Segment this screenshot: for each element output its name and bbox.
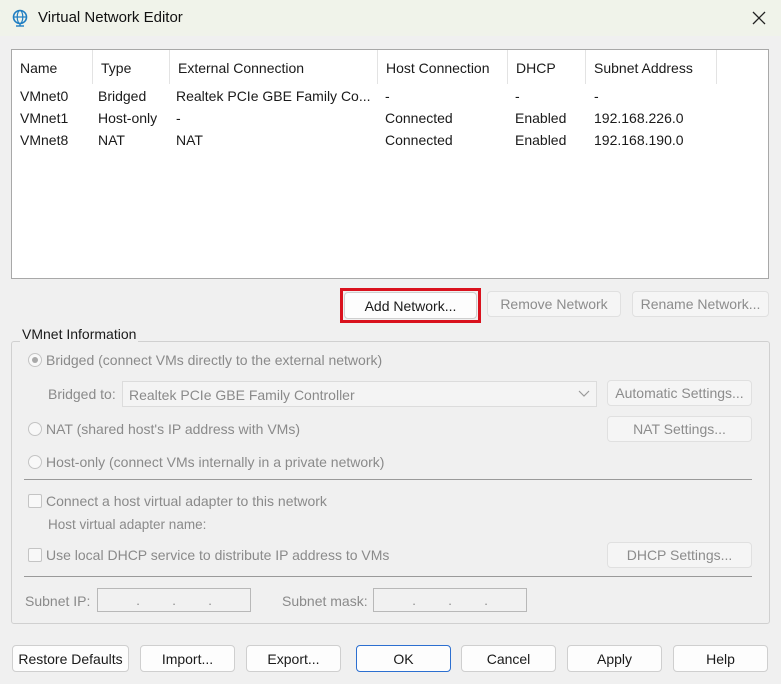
subnet-mask-label: Subnet mask:: [282, 593, 368, 609]
import-button[interactable]: Import...: [140, 645, 235, 672]
cell-subnet-address: 192.168.190.0: [594, 132, 684, 148]
nat-radio[interactable]: [28, 422, 42, 436]
close-icon: [752, 11, 766, 25]
subnet-mask-field[interactable]: ...: [373, 588, 527, 612]
cell-subnet-address: 192.168.226.0: [594, 110, 684, 126]
bridged-to-value: Realtek PCIe GBE Family Controller: [129, 387, 355, 403]
export-button[interactable]: Export...: [246, 645, 341, 672]
separator: [24, 576, 752, 577]
column-header-subnet-address[interactable]: Subnet Address: [586, 50, 717, 84]
column-header-host-connection[interactable]: Host Connection: [378, 50, 508, 84]
network-globe-icon: [12, 9, 28, 27]
connect-adapter-checkbox[interactable]: [28, 494, 42, 508]
cell-dhcp: Enabled: [515, 132, 567, 148]
network-list[interactable]: Name Type External Connection Host Conne…: [11, 49, 769, 279]
separator: [24, 479, 752, 480]
cancel-button[interactable]: Cancel: [461, 645, 556, 672]
bridged-label: Bridged (connect VMs directly to the ext…: [46, 352, 383, 368]
host-only-label: Host-only (connect VMs internally in a p…: [46, 454, 385, 470]
bridged-radio[interactable]: [28, 353, 42, 367]
subnet-ip-label: Subnet IP:: [25, 593, 91, 609]
dhcp-label: Use local DHCP service to distribute IP …: [46, 547, 390, 563]
cell-type: Bridged: [98, 88, 147, 104]
cell-subnet-address: -: [594, 88, 599, 104]
adapter-name-label: Host virtual adapter name:: [48, 517, 207, 532]
close-button[interactable]: [744, 4, 774, 32]
rename-network-button[interactable]: Rename Network...: [632, 291, 769, 317]
chevron-down-icon: [578, 390, 590, 397]
cell-dhcp: -: [515, 88, 520, 104]
bridged-to-label: Bridged to:: [48, 386, 116, 402]
column-header-dhcp[interactable]: DHCP: [508, 50, 586, 84]
help-button[interactable]: Help: [673, 645, 768, 672]
cell-host-connection: -: [385, 88, 390, 104]
add-network-button[interactable]: Add Network...: [344, 292, 477, 319]
cell-dhcp: Enabled: [515, 110, 567, 126]
column-header-external-connection[interactable]: External Connection: [170, 50, 378, 84]
window-title: Virtual Network Editor: [38, 9, 183, 26]
cell-external-connection: Realtek PCIe GBE Family Co...: [176, 88, 371, 104]
ok-button[interactable]: OK: [356, 645, 451, 672]
nat-label: NAT (shared host's IP address with VMs): [46, 421, 300, 437]
cell-name: VMnet0: [20, 88, 69, 104]
nat-settings-button[interactable]: NAT Settings...: [607, 416, 752, 442]
dhcp-settings-button[interactable]: DHCP Settings...: [607, 542, 752, 568]
cell-host-connection: Connected: [385, 132, 453, 148]
apply-button[interactable]: Apply: [567, 645, 662, 672]
remove-network-button[interactable]: Remove Network: [487, 291, 621, 317]
cell-name: VMnet1: [20, 110, 69, 126]
restore-defaults-button[interactable]: Restore Defaults: [12, 645, 129, 672]
host-only-radio[interactable]: [28, 455, 42, 469]
dhcp-checkbox[interactable]: [28, 548, 42, 562]
cell-type: NAT: [98, 132, 125, 148]
automatic-settings-button[interactable]: Automatic Settings...: [607, 380, 752, 406]
cell-external-connection: -: [176, 110, 181, 126]
column-header-name[interactable]: Name: [12, 50, 93, 84]
cell-type: Host-only: [98, 110, 158, 126]
cell-name: VMnet8: [20, 132, 69, 148]
subnet-ip-field[interactable]: ...: [97, 588, 251, 612]
cell-host-connection: Connected: [385, 110, 453, 126]
title-bar: Virtual Network Editor: [0, 0, 781, 36]
group-title: VMnet Information: [20, 326, 139, 342]
column-header-type[interactable]: Type: [93, 50, 170, 84]
bridged-to-select[interactable]: Realtek PCIe GBE Family Controller: [122, 381, 597, 407]
cell-external-connection: NAT: [176, 132, 203, 148]
connect-adapter-label: Connect a host virtual adapter to this n…: [46, 493, 327, 509]
